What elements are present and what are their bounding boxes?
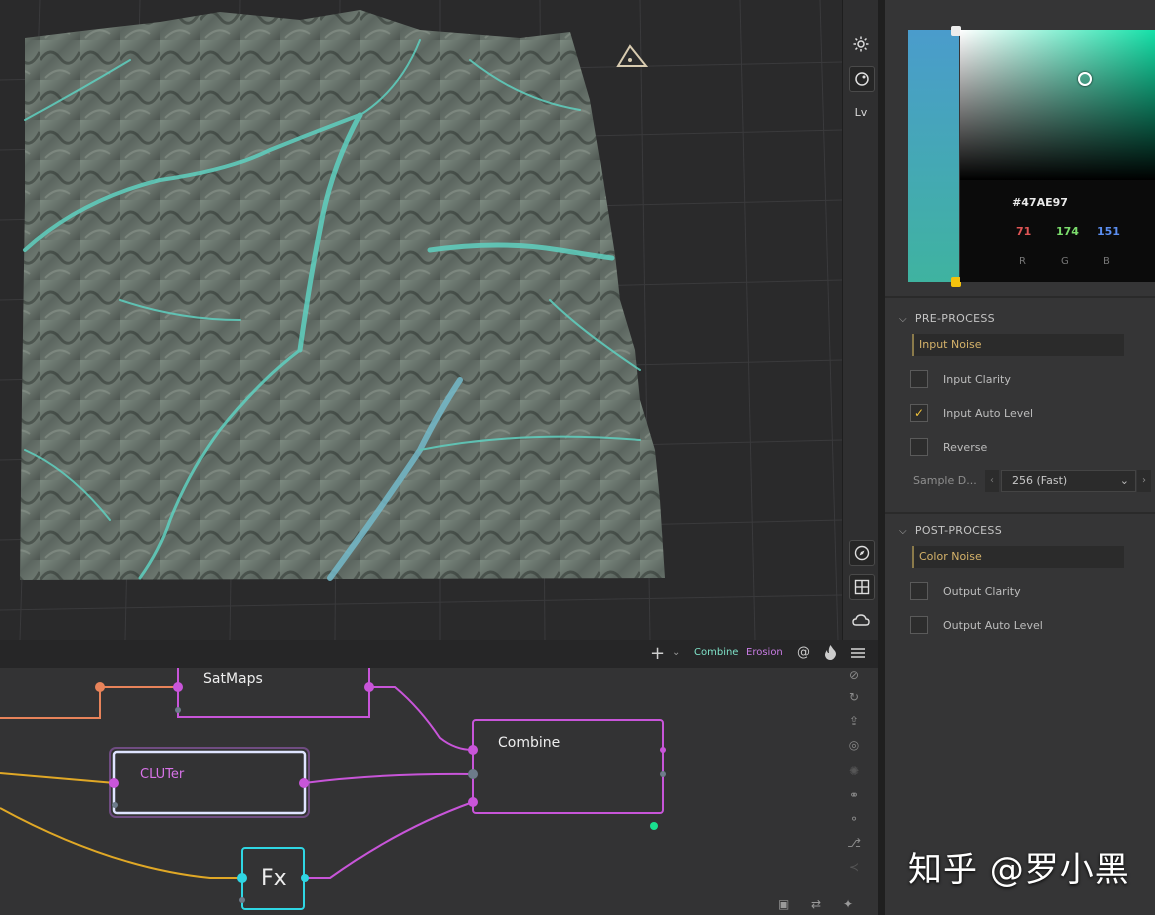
at-icon[interactable]: @ <box>797 645 810 660</box>
post-process-header[interactable]: ⌵ POST-PROCESS <box>899 524 1002 537</box>
combine-node[interactable]: Combine <box>498 735 560 751</box>
sphere-icon[interactable] <box>849 66 875 92</box>
fx-node[interactable]: Fx <box>261 866 287 891</box>
cluter-node[interactable]: CLUTer <box>140 767 184 782</box>
saturation-value-square[interactable] <box>960 30 1155 180</box>
split-icon[interactable]: ≺ <box>844 860 864 878</box>
color-info: #47AE97 71 174 151 R G B <box>960 180 1155 282</box>
chevron-down-icon: ⌄ <box>1119 474 1129 487</box>
reverse-row[interactable]: Reverse <box>910 437 987 457</box>
terrain-viewport[interactable] <box>0 0 842 640</box>
flame-icon[interactable] <box>824 645 837 663</box>
input-clarity-label: Input Clarity <box>943 372 1011 386</box>
target-icon[interactable]: ◎ <box>844 738 864 756</box>
input-auto-level-row[interactable]: ✓ Input Auto Level <box>910 403 1033 423</box>
post-process-title: POST-PROCESS <box>914 524 1002 537</box>
swap-icon[interactable]: ⇄ <box>811 897 821 911</box>
input-noise-field[interactable]: Input Noise <box>912 334 1124 356</box>
sample-detail-select[interactable]: 256 (Fast) ⌄ <box>1001 470 1136 492</box>
green-value[interactable]: 174 <box>1056 225 1079 238</box>
input-clarity-checkbox[interactable] <box>910 370 928 388</box>
red-value[interactable]: 71 <box>1016 225 1031 238</box>
export-icon[interactable]: ⇪ <box>844 714 864 732</box>
sun-icon[interactable] <box>849 32 873 56</box>
erosion-tag[interactable]: Erosion <box>746 647 783 658</box>
output-clarity-row[interactable]: Output Clarity <box>910 581 1021 601</box>
graph-wires <box>0 668 666 910</box>
reverse-label: Reverse <box>943 440 988 454</box>
blue-value[interactable]: 151 <box>1097 225 1120 238</box>
chevron-left-icon[interactable]: ‹ <box>985 470 999 492</box>
panel-divider[interactable] <box>878 0 885 915</box>
check-icon: ✓ <box>913 406 925 420</box>
watermark: 知乎 @罗小黑 <box>908 850 1130 890</box>
rings-icon[interactable]: ⚭ <box>844 788 864 806</box>
output-auto-level-row[interactable]: Output Auto Level <box>910 615 1043 635</box>
terrain-render <box>0 0 842 640</box>
spinner-icon[interactable]: ✺ <box>844 764 864 782</box>
properties-panel: #47AE97 71 174 151 R G B ⌵ PRE-PROCESS In… <box>885 0 1155 915</box>
combine-tag[interactable]: Combine <box>694 647 738 658</box>
chevron-right-icon[interactable]: › <box>1137 470 1151 492</box>
color-noise-field[interactable]: Color Noise <box>912 546 1124 568</box>
input-auto-level-checkbox[interactable]: ✓ <box>910 404 928 422</box>
node-graph[interactable]: SatMaps CLUTer Combine Fx <box>0 668 878 915</box>
blue-label: B <box>1103 256 1110 267</box>
sample-detail-row: Sample D... ‹ 256 (Fast) ⌄ › <box>913 470 1155 492</box>
satmaps-node[interactable]: SatMaps <box>203 671 263 687</box>
light-marker-icon[interactable] <box>616 44 649 67</box>
chevron-down-icon: ⌵ <box>899 314 907 325</box>
hex-value[interactable]: #47AE97 <box>960 196 1120 209</box>
sample-detail-value: 256 (Fast) <box>1012 474 1068 487</box>
divider <box>885 512 1155 514</box>
output-clarity-label: Output Clarity <box>943 584 1021 598</box>
cloud-icon[interactable] <box>849 608 873 632</box>
input-auto-level-label: Input Auto Level <box>943 406 1034 420</box>
pre-process-title: PRE-PROCESS <box>914 312 995 325</box>
frame-icon[interactable]: ▣ <box>778 897 789 911</box>
pin-icon[interactable]: ⚬ <box>844 812 864 830</box>
input-clarity-row[interactable]: Input Clarity <box>910 369 1011 389</box>
reverse-checkbox[interactable] <box>910 438 928 456</box>
pre-process-header[interactable]: ⌵ PRE-PROCESS <box>899 312 995 325</box>
graph-side-toolbar: ⊘ ↻ ⇪ ◎ ✺ ⚭ ⚬ ⎇ ≺ <box>840 668 868 878</box>
compass-icon[interactable] <box>849 540 875 566</box>
sample-detail-label: Sample D... <box>913 474 977 487</box>
viewport-toolbar: Lv <box>842 0 879 640</box>
output-clarity-checkbox[interactable] <box>910 582 928 600</box>
graph-toolbar: + ⌄ Combine Erosion @ <box>0 640 878 668</box>
expand-icon[interactable]: ✦ <box>843 897 853 911</box>
add-node-button[interactable]: + <box>650 643 665 664</box>
color-gradient-strip[interactable] <box>908 30 959 282</box>
lv-button[interactable]: Lv <box>849 100 873 124</box>
output-auto-level-label: Output Auto Level <box>943 618 1043 632</box>
output-auto-level-checkbox[interactable] <box>910 616 928 634</box>
menu-icon[interactable] <box>851 647 865 662</box>
branch-icon[interactable]: ⎇ <box>844 836 864 854</box>
chevron-down-icon: ⌵ <box>899 526 907 537</box>
red-label: R <box>1019 256 1026 267</box>
chevron-down-icon[interactable]: ⌄ <box>672 647 680 658</box>
green-label: G <box>1061 256 1069 267</box>
color-cursor[interactable] <box>1078 72 1092 86</box>
disable-icon[interactable]: ⊘ <box>844 668 864 686</box>
refresh-icon[interactable]: ↻ <box>844 690 864 708</box>
grid-icon[interactable] <box>849 574 875 600</box>
divider <box>885 296 1155 298</box>
